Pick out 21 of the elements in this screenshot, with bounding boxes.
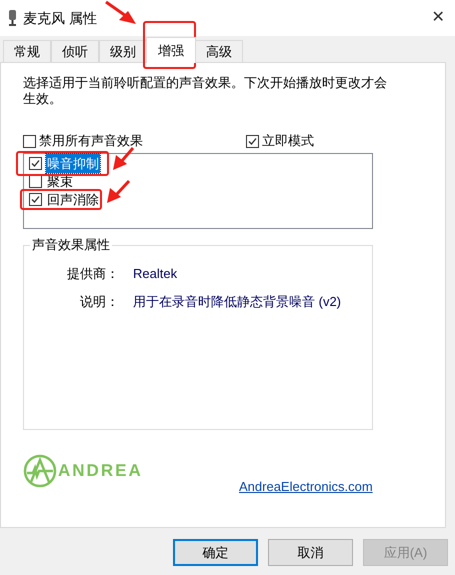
tab[interactable]: 侦听 <box>51 40 99 62</box>
tab[interactable]: 增强 <box>146 37 196 63</box>
dialog-button[interactable]: 取消 <box>268 539 353 566</box>
option-label: 禁用所有声音效果 <box>39 132 143 150</box>
effect-item[interactable]: 噪音抑制 <box>46 154 100 174</box>
option-label: 立即模式 <box>262 132 314 150</box>
property-label: 提供商： <box>66 265 119 283</box>
dialog-button[interactable]: 确定 <box>173 539 258 566</box>
property-value: Realtek <box>133 265 178 283</box>
logo-text: ANDREA <box>58 460 143 482</box>
effect-item[interactable]: 回声消除 <box>46 190 100 210</box>
close-button[interactable]: ✕ <box>423 3 453 33</box>
property-label: 说明： <box>79 293 119 311</box>
group-title: 声音效果属性 <box>30 237 112 253</box>
window-title: 麦克风 属性 <box>23 8 97 28</box>
website-link[interactable]: AndreaElectronics.com <box>239 476 373 496</box>
property-value: 用于在录音时降低静态背景噪音 (v2) <box>133 293 341 311</box>
tab[interactable]: 高级 <box>195 40 243 62</box>
tab[interactable]: 级别 <box>99 40 147 62</box>
description-text: 选择适用于当前聆听配置的声音效果。下次开始播放时更改才会生效。 <box>23 75 388 107</box>
tab[interactable]: 常规 <box>3 40 51 62</box>
